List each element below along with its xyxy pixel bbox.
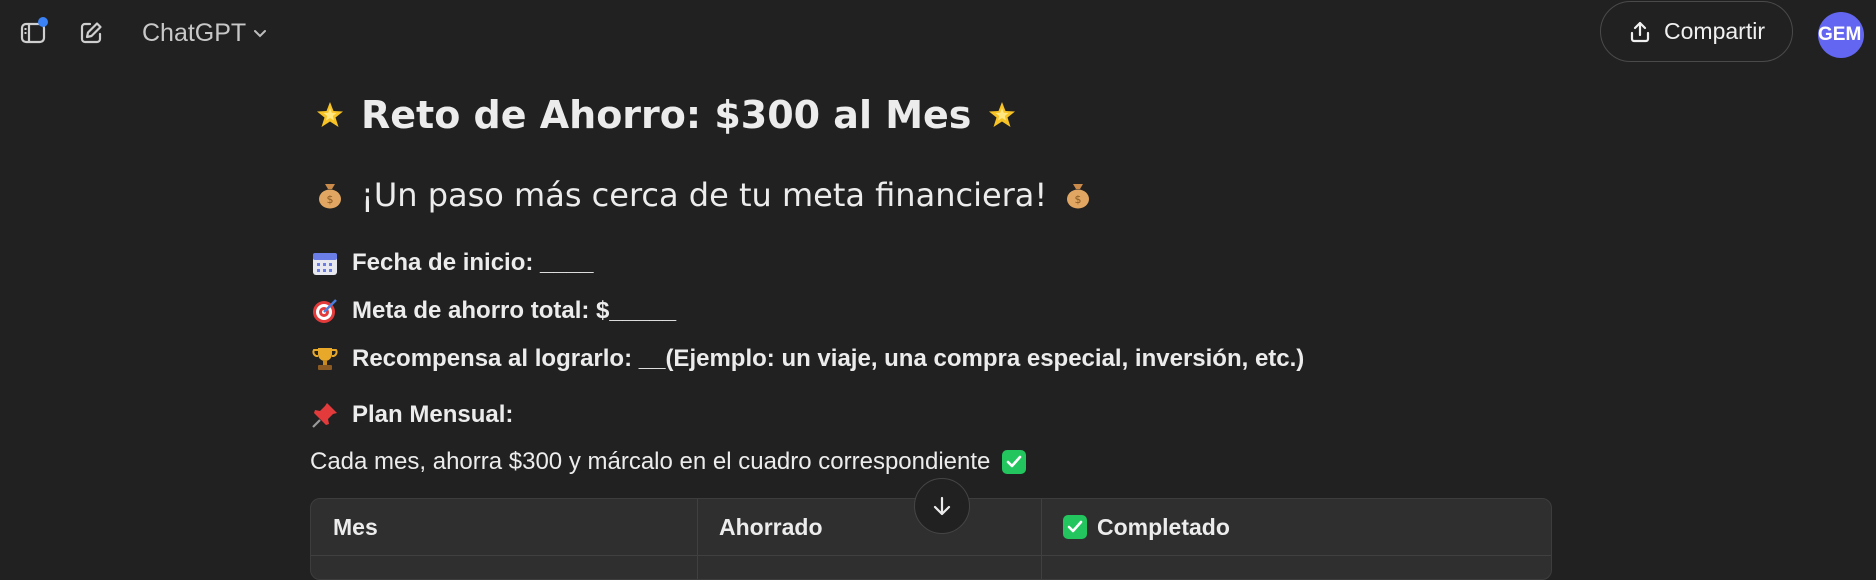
total-goal-line: Meta de ahorro total: $_____: [310, 296, 676, 326]
edit-icon: [80, 22, 102, 44]
table-header-completed: Completado: [1041, 499, 1551, 555]
pushpin-icon: [312, 403, 337, 428]
user-avatar[interactable]: GEM: [1818, 12, 1864, 58]
arrow-down-icon: [933, 496, 951, 516]
model-selector[interactable]: ChatGPT: [142, 12, 268, 54]
trophy-icon: [312, 348, 338, 370]
model-name: ChatGPT: [142, 18, 247, 47]
reward-line: Recompensa al lograrlo: __(Ejemplo: un v…: [310, 344, 1304, 374]
notification-dot: [38, 17, 48, 27]
scroll-to-bottom-button[interactable]: [914, 478, 970, 534]
share-label: Compartir: [1664, 18, 1765, 44]
plan-text: Plan Mensual:: [352, 401, 514, 428]
plan-line: Plan Mensual:: [310, 400, 513, 430]
sidebar-toggle-button[interactable]: [13, 13, 53, 53]
start-date-text: Fecha de inicio: ____: [352, 249, 594, 276]
message-title: Reto de Ahorro: $300 al Mes: [315, 93, 1017, 137]
instruction-line: Cada mes, ahorra $300 y márcalo en el cu…: [310, 448, 1027, 476]
title-text: Reto de Ahorro: $300 al Mes: [361, 93, 972, 137]
svg-text:$: $: [327, 193, 334, 206]
reward-text: Recompensa al lograrlo: __(Ejemplo: un v…: [352, 345, 1305, 372]
calendar-icon: [313, 253, 337, 275]
money-bag-icon: $: [319, 184, 341, 209]
share-icon: [1630, 21, 1650, 42]
new-chat-button[interactable]: [71, 13, 111, 53]
start-date-line: Fecha de inicio: ____: [310, 248, 593, 278]
star-icon: [317, 102, 343, 127]
instruction-text: Cada mes, ahorra $300 y márcalo en el cu…: [310, 448, 991, 475]
star-icon: [989, 102, 1016, 127]
table-header-saved: Ahorrado: [719, 513, 823, 540]
message-subtitle: $ ¡Un paso más cerca de tu meta financie…: [315, 176, 1093, 214]
subtitle-text: ¡Un paso más cerca de tu meta financiera…: [361, 176, 1048, 214]
avatar-initials: GEM: [1818, 24, 1862, 45]
share-button[interactable]: Compartir: [1600, 1, 1793, 62]
svg-text:$: $: [1075, 193, 1082, 206]
check-box-icon: [1002, 450, 1027, 474]
check-box-icon: [1063, 515, 1087, 539]
table-header-month: Mes: [333, 513, 378, 540]
row-divider: [311, 555, 1551, 556]
top-bar: ChatGPT Compartir GEM: [0, 0, 1876, 66]
target-icon: [313, 299, 337, 323]
money-bag-icon: $: [1067, 184, 1090, 209]
total-goal-text: Meta de ahorro total: $_____: [352, 297, 677, 324]
chevron-down-icon: [254, 30, 267, 38]
